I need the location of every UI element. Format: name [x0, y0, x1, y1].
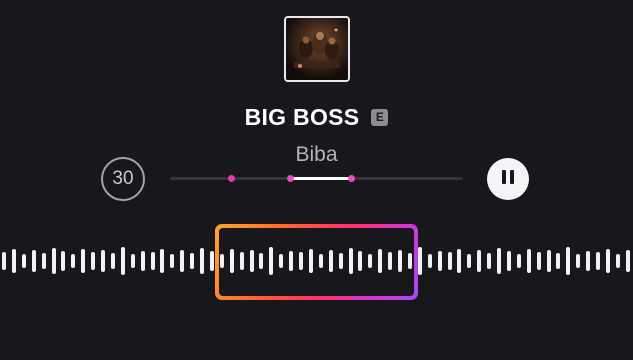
rewind-30-icon: 30: [112, 168, 134, 189]
waveform-bar: [318, 254, 323, 268]
waveform-bar: [21, 254, 26, 268]
waveform-bar: [130, 254, 135, 268]
waveform-bar: [526, 249, 531, 273]
song-clip-editor: BIG BOSS E Biba 30: [0, 0, 633, 360]
waveform-bar: [625, 250, 630, 272]
waveform-bar: [71, 254, 76, 268]
waveform-bar: [200, 248, 204, 274]
waveform-bar: [170, 254, 175, 268]
waveform-bar: [378, 249, 383, 273]
waveform-bar: [467, 254, 472, 268]
artist-name: Biba: [295, 143, 338, 166]
waveform-bar: [219, 254, 224, 268]
explicit-badge: E: [371, 108, 389, 126]
waveform-bar: [180, 250, 185, 272]
waveform-bar: [576, 254, 581, 268]
waveform-bar: [328, 250, 333, 272]
waveform-bar: [51, 248, 56, 274]
waveform-bar: [249, 250, 254, 272]
waveform-bar: [605, 249, 610, 273]
waveform-bar: [407, 253, 412, 269]
album-cover-image: [286, 18, 348, 80]
waveform-bar: [190, 253, 195, 269]
waveform-bar: [427, 254, 432, 268]
album-cover: [284, 16, 350, 82]
rewind-30-button[interactable]: 30: [101, 157, 145, 201]
waveform-bar: [596, 252, 600, 270]
waveform-bar: [487, 253, 492, 269]
waveform-bar: [358, 251, 363, 271]
song-title: BIG BOSS: [244, 103, 360, 130]
waveform-bar: [586, 251, 591, 271]
track-marker[interactable]: [286, 175, 294, 182]
track-marker[interactable]: [228, 175, 236, 182]
waveform-bar: [110, 253, 115, 269]
pause-icon: [500, 169, 516, 189]
waveform-bar: [368, 254, 373, 268]
waveform-bar: [447, 252, 452, 270]
waveform-bar: [91, 252, 96, 270]
waveform-bar: [269, 247, 274, 275]
waveform-bar: [101, 250, 105, 272]
waveform-bar: [11, 249, 16, 273]
waveform-bar: [299, 252, 303, 270]
waveform-bar: [2, 252, 6, 270]
waveform-bar: [437, 251, 442, 271]
waveform-bar: [497, 248, 501, 274]
waveform-bar: [338, 253, 343, 269]
pause-button[interactable]: [487, 158, 529, 200]
waveform-bar: [506, 251, 511, 271]
track-marker[interactable]: [348, 175, 356, 182]
clip-position-track[interactable]: [170, 175, 463, 182]
waveform-bar: [81, 249, 86, 273]
waveform-bar: [615, 254, 620, 268]
waveform-bar: [348, 248, 353, 274]
waveform-bar: [556, 253, 561, 269]
waveform-bar: [150, 252, 155, 270]
waveform-bar: [477, 250, 482, 272]
waveform-bar: [279, 254, 284, 268]
waveform-bar: [239, 252, 244, 270]
waveform-bar: [259, 253, 264, 269]
waveform-bar: [457, 249, 462, 273]
waveform-bar: [61, 251, 66, 271]
waveform-bar: [388, 252, 393, 270]
waveform-bar: [229, 249, 234, 273]
waveform-bar: [31, 250, 36, 272]
waveform-bar: [289, 251, 294, 271]
selected-range: [290, 177, 352, 180]
waveform-bar: [120, 247, 125, 275]
waveform-bar: [566, 247, 571, 275]
waveform-bar: [417, 247, 422, 275]
waveform-bar: [308, 249, 313, 273]
waveform-bar: [140, 251, 145, 271]
waveform-bar: [398, 250, 402, 272]
title-row: BIG BOSS E: [0, 100, 633, 134]
waveform-bar: [209, 251, 214, 271]
waveform-bar: [516, 254, 521, 268]
waveform-bar: [41, 253, 46, 269]
waveform-bar: [536, 252, 541, 270]
audio-waveform[interactable]: [0, 220, 633, 302]
waveform-bar: [160, 249, 165, 273]
waveform-bar: [546, 250, 551, 272]
